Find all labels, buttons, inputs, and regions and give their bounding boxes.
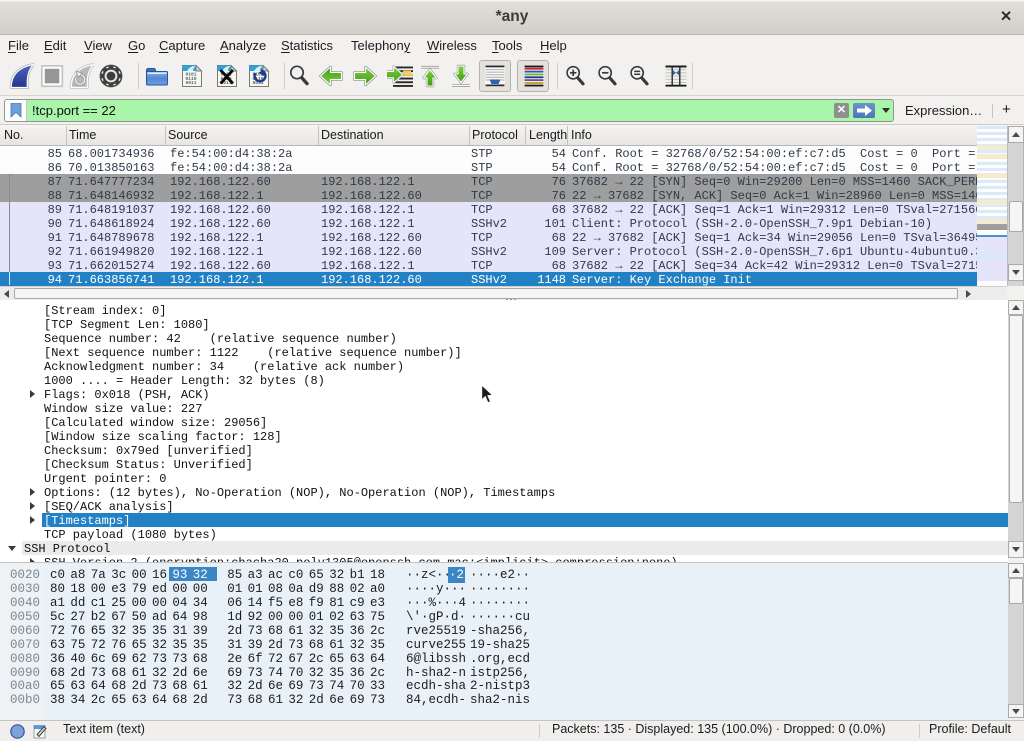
svg-text:0011: 0011 [186,80,197,86]
